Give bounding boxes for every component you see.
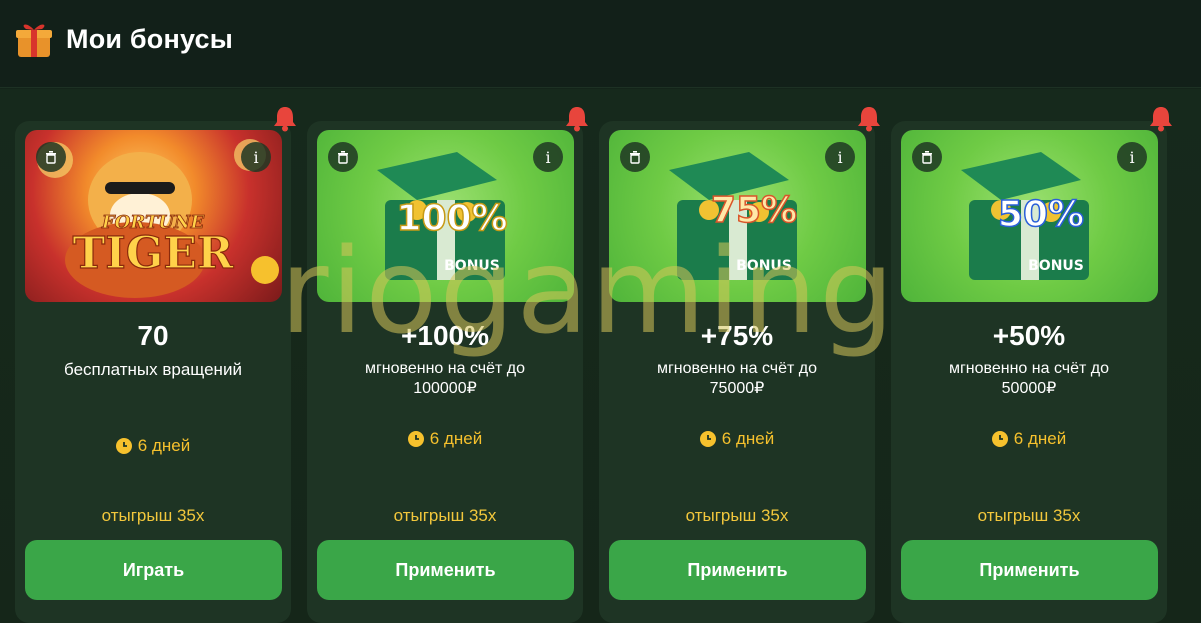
bell-icon	[274, 107, 296, 132]
trash-icon	[338, 151, 348, 164]
bonus-wager: отыгрыш 35x	[101, 506, 205, 525]
bonus-timer: 6 дней	[599, 429, 875, 449]
header-bar: Мои бонусы	[0, 0, 1201, 88]
delete-bonus-button[interactable]	[620, 142, 650, 172]
bonus-description: бесплатных вращений	[64, 360, 242, 379]
bonus-card-deposit-75: 75% BONUS i +75% мгновенно на счёт до 75…	[599, 121, 875, 623]
apply-button[interactable]: Применить	[609, 540, 866, 600]
apply-button[interactable]: Применить	[901, 540, 1158, 600]
chest-percent-text: 50%	[998, 194, 1084, 235]
chest-bonus-label: BONUS	[444, 258, 500, 274]
bell-icon	[858, 107, 880, 132]
gift-icon	[16, 24, 52, 57]
info-icon: i	[1129, 147, 1135, 167]
bonus-chest-image: 100% BONUS i	[317, 130, 574, 302]
fortune-tiger-image: FORTUNE TIGER i	[25, 130, 282, 302]
bonus-wager: отыгрыш 35x	[977, 506, 1081, 525]
bonus-wager: отыгрыш 35x	[393, 506, 497, 525]
info-button[interactable]: i	[825, 142, 855, 172]
bonus-wager: отыгрыш 35x	[685, 506, 789, 525]
bonus-card-free-spins: FORTUNE TIGER i 70 бесплатных вращений 6…	[15, 121, 291, 623]
info-icon: i	[837, 147, 843, 167]
clock-icon	[991, 431, 1008, 447]
bonus-timer-text: 6 дней	[721, 429, 775, 448]
bonus-chest-image: 75% BONUS i	[609, 130, 866, 302]
bell-icon	[566, 107, 588, 132]
header-title-group: Мои бонусы	[14, 18, 233, 60]
bonus-timer: 6 дней	[307, 429, 583, 449]
bonus-value: +50%	[992, 320, 1066, 351]
chest-bonus-label: BONUS	[736, 258, 792, 274]
clock-icon	[115, 438, 132, 454]
chest-percent-text: 100%	[396, 198, 507, 239]
chest-bonus-label: BONUS	[1028, 258, 1084, 274]
bonus-timer-text: 6 дней	[429, 429, 483, 448]
clock-icon	[699, 431, 716, 447]
play-button[interactable]: Играть	[25, 540, 282, 600]
bonus-timer-text: 6 дней	[1013, 429, 1067, 448]
bell-icon	[1150, 107, 1172, 132]
delete-bonus-button[interactable]	[912, 142, 942, 172]
trash-icon	[46, 151, 56, 164]
bonus-card-deposit-50: 50% BONUS i +50% мгновенно на счёт до 50…	[891, 121, 1167, 623]
page-title: Мои бонусы	[66, 23, 233, 54]
info-icon: i	[253, 147, 259, 167]
trash-icon	[630, 151, 640, 164]
bonus-value: +75%	[700, 320, 774, 351]
info-button[interactable]: i	[1117, 142, 1147, 172]
svg-text:TIGER: TIGER	[72, 228, 233, 279]
bonus-description: мгновенно на счёт до 100000₽	[364, 360, 526, 397]
bonus-timer-text: 6 дней	[137, 436, 191, 455]
bonus-value: 70	[137, 320, 169, 351]
bonus-description: мгновенно на счёт до 75000₽	[656, 360, 818, 397]
clock-icon	[407, 431, 424, 447]
chest-percent-text: 75%	[711, 190, 797, 231]
bonus-timer: 6 дней	[891, 429, 1167, 449]
info-button[interactable]: i	[533, 142, 563, 172]
info-button[interactable]: i	[241, 142, 271, 172]
apply-button[interactable]: Применить	[317, 540, 574, 600]
info-icon: i	[545, 147, 551, 167]
bonus-value: +100%	[401, 320, 489, 351]
bonus-chest-image: 50% BONUS i	[901, 130, 1158, 302]
delete-bonus-button[interactable]	[328, 142, 358, 172]
delete-bonus-button[interactable]	[36, 142, 66, 172]
trash-icon	[922, 151, 932, 164]
bonus-description: мгновенно на счёт до 50000₽	[948, 360, 1110, 397]
bonus-timer: 6 дней	[15, 436, 291, 456]
bonus-card-deposit-100: 100% BONUS i +100% мгновенно на счёт до …	[307, 121, 583, 623]
